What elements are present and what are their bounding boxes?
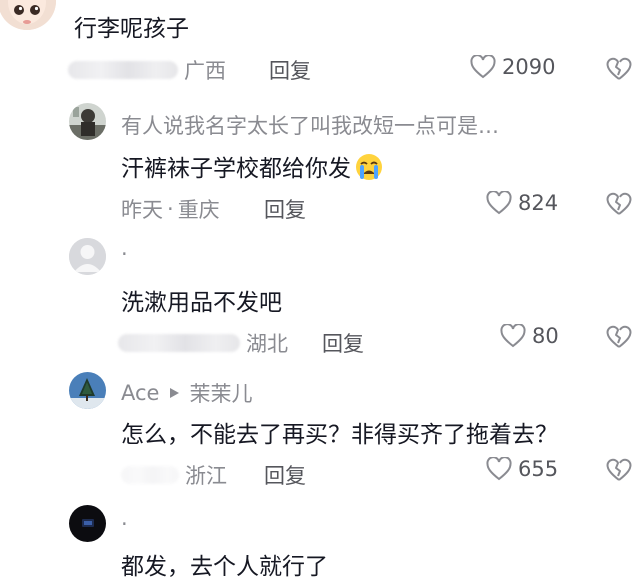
avatar[interactable] (69, 103, 106, 140)
crying-face-emoji-icon (356, 154, 382, 180)
reply-header: Ace 茉茉儿 (121, 378, 252, 408)
like-button[interactable]: 80 (500, 324, 559, 348)
avatar[interactable] (0, 0, 56, 30)
avatar[interactable] (69, 372, 106, 409)
heart-outline-icon (470, 55, 496, 79)
broken-heart-outline-icon[interactable] (606, 191, 632, 217)
like-button[interactable]: 824 (486, 191, 558, 215)
like-count: 655 (518, 457, 559, 481)
location: 广西 (184, 59, 226, 83)
comment-text: 怎么，不能去了再买？非得买齐了拖着去？ (121, 422, 558, 448)
location: 湖北 (246, 332, 288, 356)
username[interactable]: . (121, 236, 128, 260)
comment-meta: 昨天 · 重庆 (121, 194, 220, 224)
like-count: 2090 (502, 55, 556, 79)
comment-text: 行李呢孩子 (74, 16, 189, 42)
comment-text: 洗漱用品不发吧 (121, 290, 282, 316)
username[interactable]: 有人说我名字太长了叫我改短一点可是… (121, 110, 499, 140)
like-button[interactable]: 2090 (470, 55, 555, 79)
location: 重庆 (177, 198, 220, 222)
comment-meta: 广西 (68, 55, 226, 85)
reply-button[interactable]: 回复 (264, 194, 306, 224)
broken-heart-outline-icon[interactable] (606, 457, 632, 483)
heart-outline-icon (486, 191, 512, 215)
reply-button[interactable]: 回复 (322, 328, 364, 358)
like-count: 80 (532, 324, 559, 348)
heart-outline-icon (500, 324, 526, 348)
comment-meta: 湖北 (118, 328, 288, 358)
like-button[interactable]: 655 (486, 457, 558, 481)
play-triangle-icon (170, 388, 180, 398)
blurred-time (68, 61, 178, 79)
comment-text: 汗裤袜子学校都给你发 (121, 149, 383, 183)
avatar[interactable] (69, 238, 106, 275)
avatar[interactable] (69, 505, 106, 542)
reply-button[interactable]: 回复 (269, 55, 311, 85)
comment-meta: 浙江 (121, 460, 227, 490)
heart-outline-icon (486, 457, 512, 481)
like-count: 824 (518, 191, 559, 215)
timestamp: 昨天 (121, 198, 163, 222)
meta-separator: · (167, 197, 174, 221)
username[interactable]: Ace (121, 381, 159, 405)
location: 浙江 (185, 464, 227, 488)
reply-to-username[interactable]: 茉茉儿 (189, 378, 252, 408)
reply-button[interactable]: 回复 (264, 460, 306, 490)
username[interactable]: . (121, 506, 128, 530)
blurred-time (118, 334, 240, 352)
blurred-time (121, 466, 179, 484)
broken-heart-outline-icon[interactable] (606, 56, 632, 82)
broken-heart-outline-icon[interactable] (606, 324, 632, 350)
